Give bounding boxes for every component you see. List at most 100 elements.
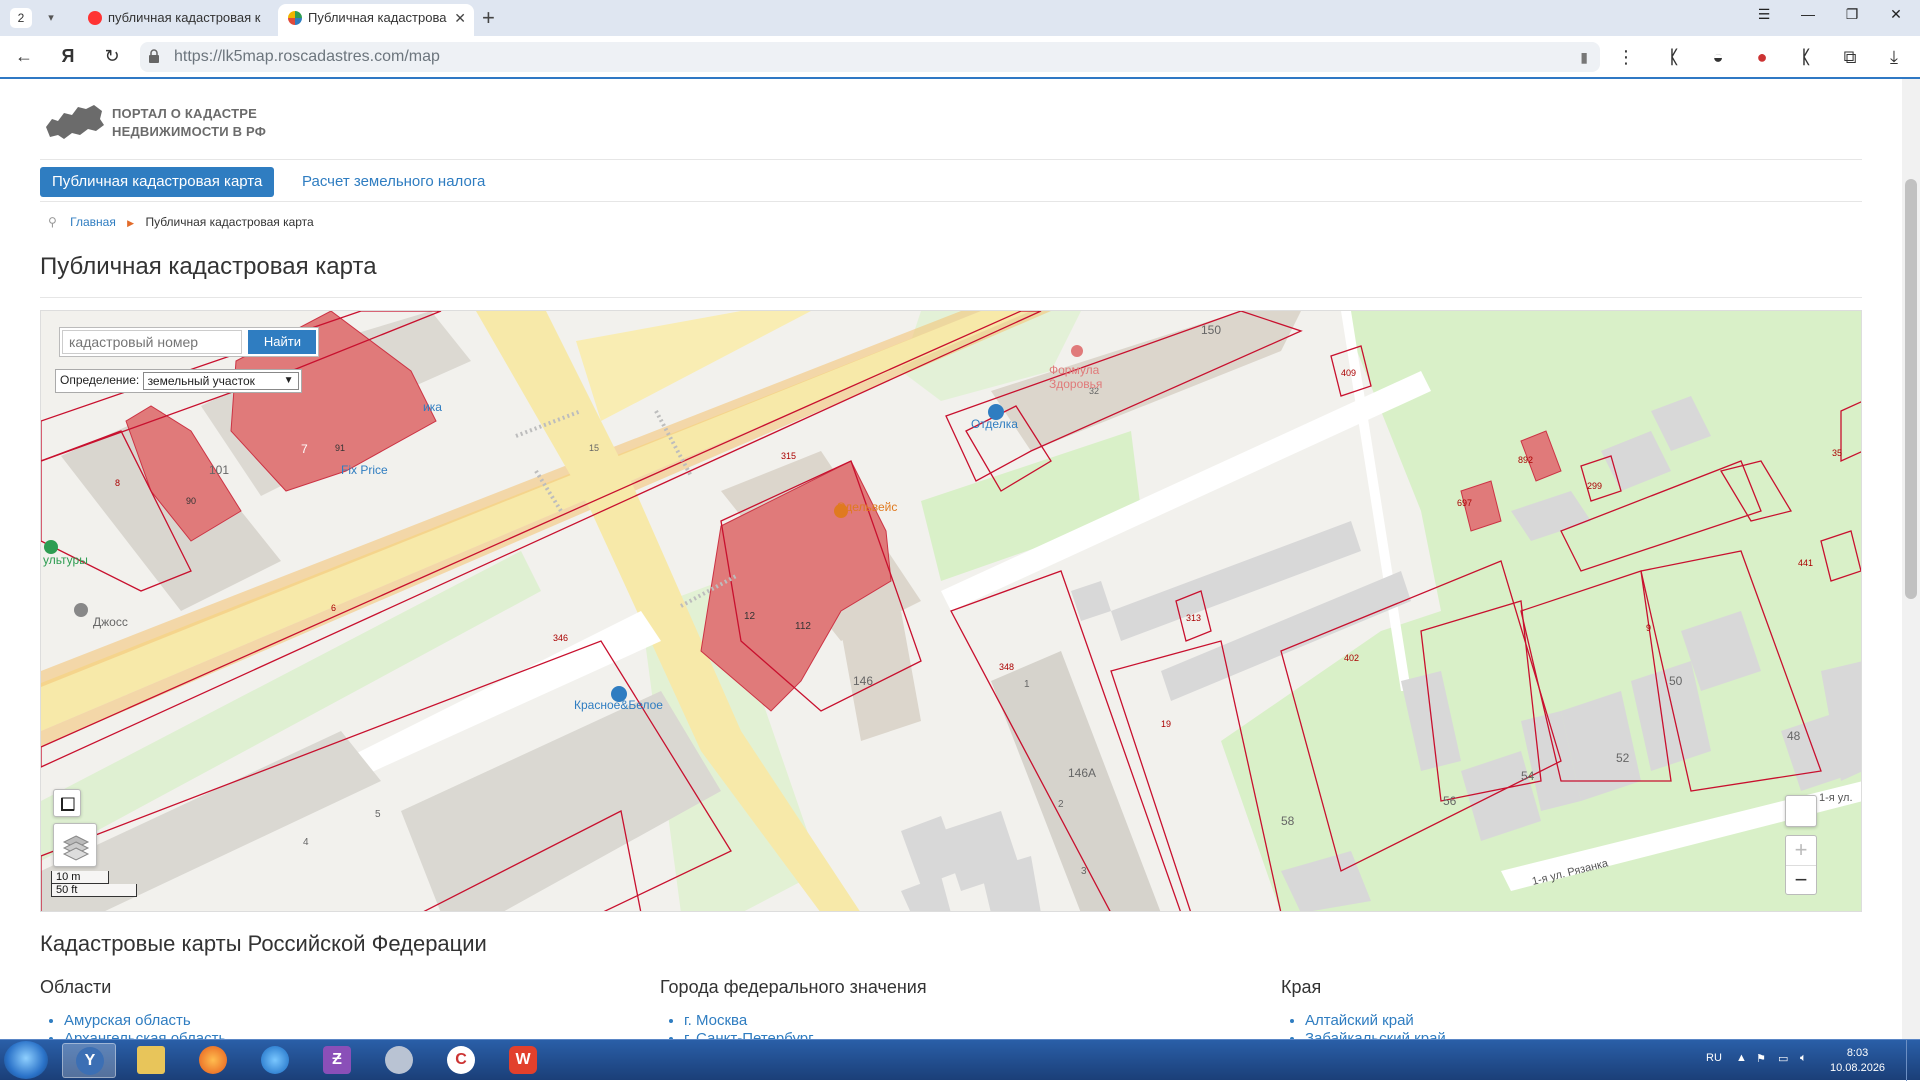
- cadastral-map[interactable]: 150 101 146 146А 50 48 52 54 56 58 12 11…: [40, 310, 1862, 912]
- map-canvas[interactable]: 150 101 146 146А 50 48 52 54 56 58 12 11…: [41, 311, 1862, 912]
- liquor-store-poi-icon[interactable]: [611, 686, 627, 702]
- map-label: 892: [1518, 455, 1533, 465]
- divider: [40, 159, 1862, 160]
- map-label: 9: [1646, 623, 1651, 633]
- poi-icon[interactable]: [74, 603, 88, 617]
- map-label: 313: [1186, 613, 1201, 623]
- region-link[interactable]: Амурская область: [64, 1012, 226, 1030]
- taskbar-app-purple[interactable]: Ƶ: [310, 1043, 364, 1078]
- zoom-control: + −: [1785, 835, 1817, 895]
- map-scale: 10 m 50 ft: [51, 871, 137, 897]
- map-label: 112: [795, 621, 811, 632]
- bookmark-icon[interactable]: ▮: [1580, 49, 1588, 66]
- cadastral-number-input[interactable]: [62, 330, 242, 354]
- extension-hat-icon[interactable]: ◒: [1706, 45, 1730, 69]
- scale-meters: 10 m: [51, 871, 109, 884]
- yandex-browser-icon: Y: [76, 1047, 104, 1075]
- taskbar-wps[interactable]: W: [496, 1043, 550, 1078]
- nav-cadastral-map[interactable]: Публичная кадастровая карта: [40, 167, 275, 197]
- taskbar-yandex-browser[interactable]: Y: [62, 1043, 116, 1078]
- map-extra-button[interactable]: [1785, 795, 1817, 827]
- page-scrollbar[interactable]: [1902, 79, 1920, 1039]
- reload-icon[interactable]: ↻: [100, 46, 124, 67]
- chevron-down-icon[interactable]: ▾: [40, 8, 62, 28]
- region-link[interactable]: Забайкальский край: [1305, 1030, 1446, 1039]
- taskbar-ccleaner[interactable]: C: [434, 1043, 488, 1078]
- system-clock[interactable]: 8:03 10.08.2026: [1830, 1046, 1885, 1076]
- editor-app-icon: Ƶ: [323, 1046, 351, 1074]
- map-label: 146: [853, 674, 873, 688]
- firefox-icon: [199, 1046, 227, 1074]
- map-label: 58: [1281, 814, 1295, 828]
- minimize-icon[interactable]: —: [1790, 6, 1826, 22]
- search-button[interactable]: Найти: [248, 330, 317, 354]
- scrollbar-thumb[interactable]: [1905, 179, 1917, 599]
- new-tab-icon[interactable]: +: [482, 4, 495, 32]
- map-label: 299: [1587, 481, 1602, 491]
- restore-icon[interactable]: ❐: [1834, 6, 1870, 23]
- taskbar-explorer[interactable]: [124, 1043, 178, 1078]
- shop-poi-icon[interactable]: [988, 404, 1004, 420]
- map-label: 7: [301, 442, 308, 456]
- definition-select[interactable]: земельный участок ▼: [142, 372, 299, 390]
- cadastre-favicon-icon: [288, 11, 302, 25]
- yandex-icon[interactable]: Я: [56, 46, 80, 67]
- extension-k2-icon[interactable]: ᛕ: [1794, 45, 1818, 69]
- extension-character-icon[interactable]: ●: [1750, 45, 1774, 69]
- regions-title: Кадастровые карты Российской Федерации: [40, 931, 487, 956]
- logo-text[interactable]: ПОРТАЛ О КАДАСТРЕ НЕДВИЖИМОСТИ В РФ: [112, 105, 266, 141]
- taskbar-app-network[interactable]: [372, 1043, 426, 1078]
- language-indicator[interactable]: RU: [1706, 1052, 1722, 1064]
- map-label: 348: [999, 662, 1014, 672]
- nav-land-tax[interactable]: Расчет земельного налога: [302, 167, 485, 197]
- extensions-icon[interactable]: ⧉: [1838, 45, 1862, 69]
- close-tab-icon[interactable]: ✕: [454, 4, 466, 32]
- browser-tab[interactable]: публичная кадастровая к: [78, 4, 274, 36]
- menu-dots-icon[interactable]: ⋮: [1614, 45, 1638, 69]
- zoom-in-button[interactable]: +: [1786, 836, 1816, 866]
- column-heading: Города федерального значения: [660, 977, 927, 997]
- action-center-icon[interactable]: ⚑: [1756, 1052, 1766, 1065]
- start-button[interactable]: [4, 1041, 48, 1079]
- region-link[interactable]: Алтайский край: [1305, 1012, 1446, 1030]
- close-window-icon[interactable]: ✕: [1878, 6, 1914, 23]
- region-link[interactable]: г. Москва: [684, 1012, 927, 1030]
- taskbar-firefox[interactable]: [186, 1043, 240, 1078]
- yandex-favicon-icon: [88, 11, 102, 25]
- taskbar-app-blue[interactable]: [248, 1043, 302, 1078]
- region-link[interactable]: Архангельская область: [64, 1030, 226, 1039]
- tray-expand-icon[interactable]: ▲: [1736, 1052, 1747, 1064]
- culture-poi-icon[interactable]: [44, 540, 58, 554]
- map-label: 150: [1201, 323, 1221, 337]
- back-icon[interactable]: ←: [12, 46, 36, 67]
- fullscreen-button[interactable]: [53, 789, 81, 817]
- restaurant-poi-icon[interactable]: [834, 504, 848, 518]
- map-street-label: 1-я ул.: [1819, 792, 1853, 804]
- extension-k-icon[interactable]: ᛕ: [1662, 45, 1686, 69]
- map-label: 56: [1443, 794, 1457, 808]
- zoom-out-button[interactable]: −: [1786, 866, 1816, 896]
- clock-date: 10.08.2026: [1830, 1062, 1886, 1074]
- pharmacy-poi-icon[interactable]: [1071, 345, 1083, 357]
- url-text: https://lk5map.roscadastres.com/map: [174, 48, 440, 65]
- map-label: 409: [1341, 368, 1356, 378]
- volume-icon[interactable]: 🔈︎: [1800, 1052, 1807, 1065]
- layers-button[interactable]: [53, 823, 97, 867]
- map-label: 346: [553, 633, 568, 643]
- breadcrumb-home[interactable]: Главная: [70, 215, 116, 229]
- map-label: 8: [115, 478, 120, 488]
- map-label: 5: [375, 809, 381, 820]
- show-desktop-button[interactable]: [1906, 1040, 1920, 1081]
- tab-title: публичная кадастровая к: [108, 10, 261, 25]
- region-link[interactable]: г. Санкт-Петербург: [684, 1030, 927, 1039]
- tab-counter[interactable]: 2: [10, 8, 32, 28]
- url-field[interactable]: https://lk5map.roscadastres.com/map ▮: [140, 42, 1600, 72]
- browser-tab-active[interactable]: Публичная кадастрова ✕: [278, 4, 474, 36]
- download-icon[interactable]: ⤓: [1882, 45, 1906, 69]
- map-label: 1: [1024, 679, 1030, 690]
- lock-icon: [149, 49, 159, 63]
- map-label: 90: [186, 496, 196, 506]
- map-poi-label: ультуры: [43, 553, 88, 567]
- network-icon[interactable]: ▭: [1778, 1052, 1788, 1065]
- menu-icon[interactable]: ☰: [1746, 6, 1782, 23]
